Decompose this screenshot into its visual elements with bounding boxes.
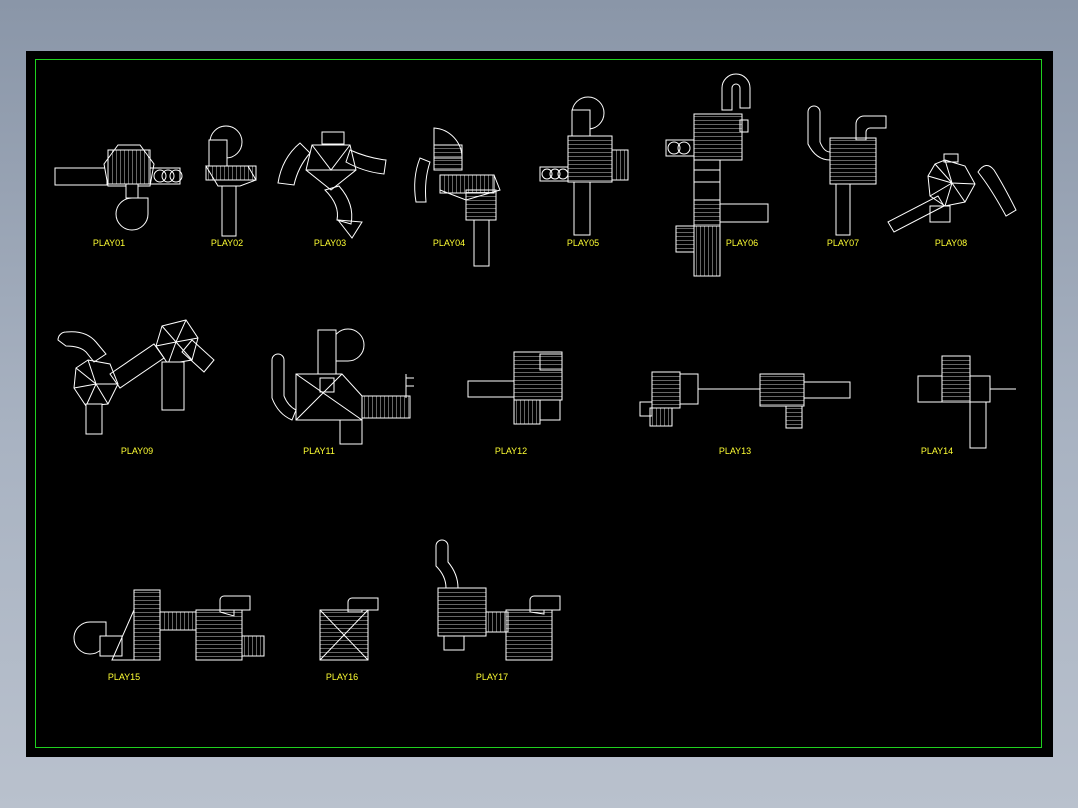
play13-drawing xyxy=(639,371,851,429)
label-play08: PLAY08 xyxy=(934,238,968,248)
play01-drawing xyxy=(54,144,183,231)
label-play14: PLAY14 xyxy=(920,446,954,456)
label-play15: PLAY15 xyxy=(107,672,141,682)
label-play03: PLAY03 xyxy=(313,238,347,248)
play14-drawing xyxy=(917,355,1016,449)
play08-drawing xyxy=(887,153,1017,233)
label-play16: PLAY16 xyxy=(325,672,359,682)
play16-drawing xyxy=(319,597,379,661)
label-play11: PLAY11 xyxy=(303,446,335,456)
play11-drawing xyxy=(271,328,414,445)
label-play06: PLAY06 xyxy=(725,238,759,248)
play05-drawing xyxy=(539,96,629,236)
play02-drawing xyxy=(205,125,257,237)
label-play04: PLAY04 xyxy=(432,238,466,248)
play12-drawing xyxy=(467,351,563,425)
play15-drawing xyxy=(73,589,265,661)
play03-drawing xyxy=(277,131,387,239)
label-play13: PLAY13 xyxy=(718,446,752,456)
label-play09: PLAY09 xyxy=(120,446,154,456)
label-play07: PLAY07 xyxy=(826,238,860,248)
label-play05: PLAY05 xyxy=(566,238,600,248)
play17-drawing xyxy=(435,539,561,661)
label-play12: PLAY12 xyxy=(494,446,528,456)
label-play02: PLAY02 xyxy=(210,238,244,248)
play07-drawing xyxy=(807,105,887,236)
play09-drawing xyxy=(57,319,215,435)
cad-drawing-canvas xyxy=(54,73,1017,661)
label-play17: PLAY17 xyxy=(475,672,509,682)
label-play01: PLAY01 xyxy=(92,238,126,248)
